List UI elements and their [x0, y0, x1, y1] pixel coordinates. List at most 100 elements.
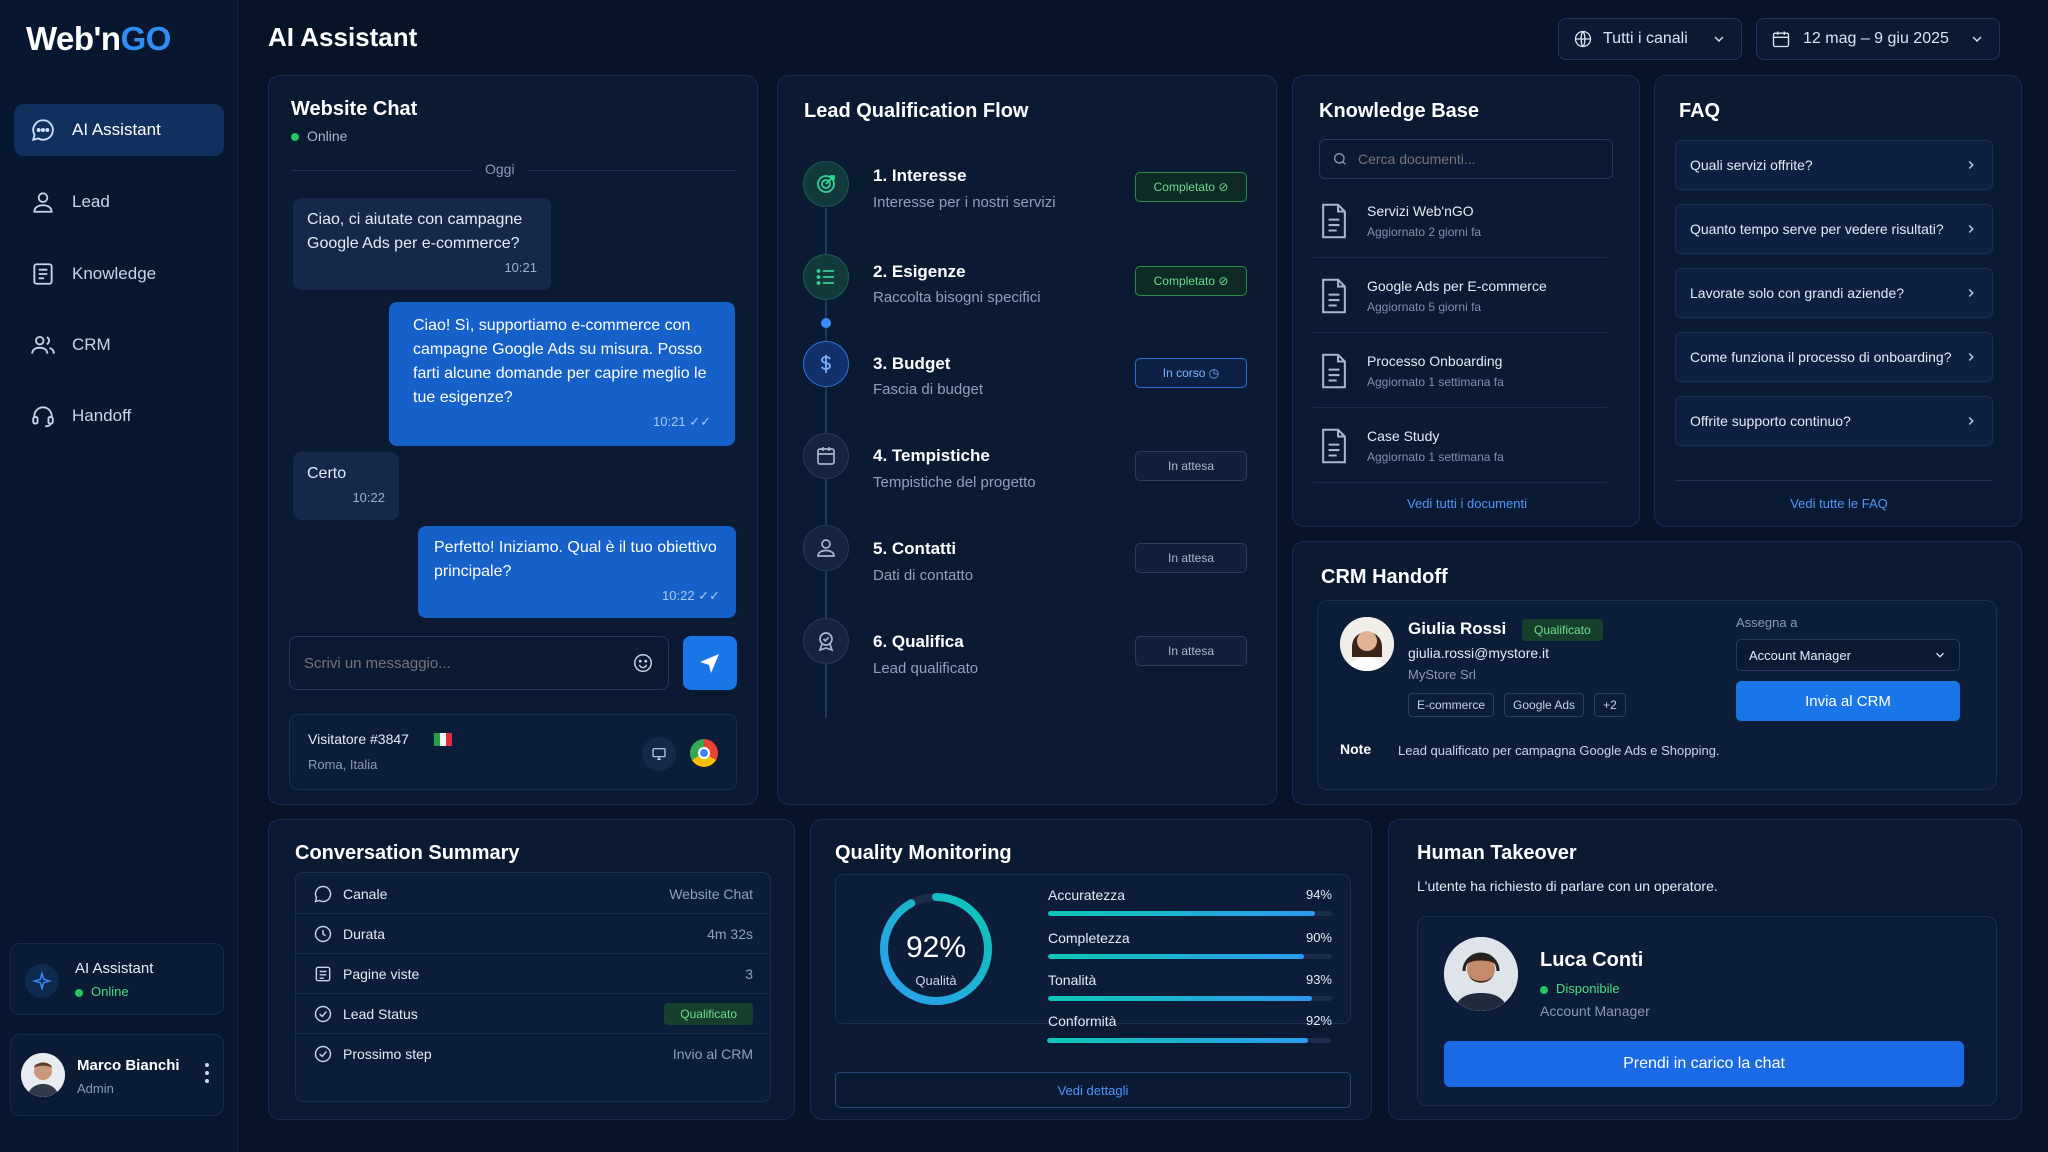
lead-tags: E-commerce Google Ads +2: [1408, 693, 1626, 717]
message-input-box[interactable]: [289, 636, 669, 690]
metric-bar-fill: [1047, 1038, 1309, 1043]
step-subtitle: Raccolta bisogni specifici: [873, 289, 1041, 306]
note-text: Lead qualificato per campagna Google Ads…: [1398, 743, 1720, 758]
tag[interactable]: +2: [1594, 693, 1626, 717]
more-options-icon[interactable]: [205, 1063, 211, 1083]
calendar-icon: [803, 433, 849, 479]
emoji-icon[interactable]: [632, 652, 654, 674]
kb-document[interactable]: Case Study Aggiornato 1 settimana fa: [1313, 409, 1607, 483]
progress-dot: [821, 318, 831, 328]
date-range-select[interactable]: 12 mag – 9 giu 2025: [1756, 18, 2000, 60]
document-icon: [1322, 203, 1346, 238]
sidebar-item-label: AI Assistant: [72, 120, 161, 139]
tag: E-commerce: [1408, 693, 1495, 717]
ai-assistant-status-card[interactable]: AI Assistant Online: [10, 943, 224, 1015]
faq-view-all-link[interactable]: Vedi tutte le FAQ: [1655, 496, 2023, 511]
globe-icon: [1574, 30, 1592, 48]
step-subtitle: Interesse per i nostri servizi: [873, 194, 1056, 211]
faq-item[interactable]: Lavorate solo con grandi aziende?: [1675, 268, 1993, 318]
divider: [1675, 480, 1993, 481]
metric-bar-fill: [1048, 911, 1315, 916]
message-input[interactable]: [304, 654, 632, 672]
lead-name: Giulia Rossi: [1408, 619, 1507, 638]
kb-search-box[interactable]: [1319, 139, 1613, 179]
assistant-card-title: AI Assistant: [75, 960, 154, 977]
check-circle-icon: ⊘: [1218, 274, 1229, 288]
user-icon: [33, 192, 53, 213]
sparkle-icon: [25, 964, 59, 998]
tag: Google Ads: [1504, 693, 1585, 717]
book-icon: [33, 263, 53, 285]
chevron-down-icon: [1972, 36, 1982, 42]
crm-lead-card: Giulia Rossi Qualificato giulia.rossi@my…: [1317, 600, 1997, 790]
summary-row: Canale Website Chat: [295, 874, 771, 914]
chevron-down-icon: [1714, 36, 1724, 42]
metric-value: 93%: [1305, 972, 1332, 987]
faq-item[interactable]: Come funziona il processo di onboarding?: [1675, 332, 1993, 382]
chevron-right-icon: [1968, 161, 1974, 169]
document-icon: [1322, 278, 1346, 313]
kb-search-input[interactable]: [1358, 151, 1600, 167]
quality-title: Quality Monitoring: [835, 842, 1012, 864]
sidebar-item-crm[interactable]: CRM: [14, 319, 224, 371]
chevron-down-icon: [1936, 652, 1944, 658]
lead-status-badge: Qualificato: [664, 1002, 753, 1025]
send-to-crm-button[interactable]: Invia al CRM: [1736, 681, 1960, 721]
kb-document[interactable]: Google Ads per E-commerce Aggiornato 5 gi…: [1313, 259, 1607, 333]
metric-bar-fill: [1048, 954, 1304, 959]
channel-select[interactable]: Tutti i canali: [1558, 18, 1742, 60]
human-takeover-panel: Human Takeover L'utente ha richiesto di …: [1388, 819, 2022, 1120]
quality-card: 92% Qualità Accuratezza 94% Completezza …: [835, 874, 1351, 1029]
chevron-right-icon: [1968, 353, 1974, 361]
operator-card: Luca Conti Disponibile Account Manager P…: [1417, 916, 1997, 1106]
faq-item[interactable]: Offrite supporto continuo?: [1675, 396, 1993, 446]
faq-item[interactable]: Quanto tempo serve per vedere risultati?: [1675, 204, 1993, 254]
clock-icon: ◷: [1208, 366, 1220, 380]
kb-document[interactable]: Servizi Web'nGO Aggiornato 2 giorni fa: [1313, 184, 1607, 258]
kb-view-all-link[interactable]: Vedi tutti i documenti: [1293, 496, 1641, 511]
double-check-icon: ✓✓: [698, 588, 720, 603]
chat-bubble-icon: [31, 119, 54, 142]
faq-title: FAQ: [1679, 100, 1721, 122]
summary-row: Prossimo step Invio al CRM: [295, 1034, 771, 1074]
take-over-chat-button[interactable]: Prendi in carico la chat: [1444, 1041, 1964, 1087]
send-icon: [700, 654, 719, 673]
page-title: AI Assistant: [268, 22, 418, 52]
clock-icon: [314, 925, 332, 942]
step-title: 4. Tempistiche: [873, 446, 990, 465]
status-badge: In attesa: [1135, 451, 1247, 481]
chevron-right-icon: [1968, 417, 1974, 425]
summary-row: Durata 4m 32s: [295, 914, 771, 954]
headset-icon: [32, 406, 54, 428]
status-badge: In corso ◷: [1135, 358, 1247, 388]
assign-select[interactable]: Account Manager: [1736, 639, 1960, 671]
sidebar-item-label: Handoff: [72, 406, 132, 425]
message-incoming: Certo 10:22: [293, 452, 399, 520]
desktop-icon: [642, 737, 676, 771]
chat-title: Website Chat: [291, 98, 418, 120]
sidebar-item-ai-assistant[interactable]: AI Assistant: [14, 104, 224, 156]
step-title: 6. Qualifica: [873, 632, 964, 651]
sidebar-item-handoff[interactable]: Handoff: [14, 390, 224, 442]
user-profile-card[interactable]: Marco Bianchi Admin: [10, 1034, 224, 1116]
faq-panel: FAQ Quali servizi offrite? Quanto tempo …: [1654, 75, 2022, 527]
view-details-button[interactable]: Vedi dettagli: [835, 1072, 1351, 1108]
document-icon: [1322, 353, 1346, 388]
step-subtitle: Tempistiche del progetto: [873, 474, 1036, 491]
kb-document[interactable]: Processo Onboarding Aggiornato 1 settiman…: [1313, 334, 1607, 408]
brand-logo[interactable]: Web'nGO: [26, 20, 171, 58]
takeover-description: L'utente ha richiesto di parlare con un …: [1417, 878, 1718, 894]
knowledge-base-panel: Knowledge Base Servizi Web'nGOAggiornato…: [1292, 75, 1640, 527]
sidebar-item-lead[interactable]: Lead: [14, 176, 224, 228]
metric-label: Completezza: [1048, 930, 1130, 946]
crm-title: CRM Handoff: [1321, 566, 1448, 588]
status-badge: In attesa: [1135, 636, 1247, 666]
faq-item[interactable]: Quali servizi offrite?: [1675, 140, 1993, 190]
message-incoming: Ciao, ci aiutate con campagne Google Ads…: [293, 198, 551, 290]
send-button[interactable]: [683, 636, 737, 690]
sidebar-item-knowledge[interactable]: Knowledge: [14, 248, 224, 300]
metric-bar: [1047, 1038, 1331, 1043]
lead-flow-panel: Lead Qualification Flow 1. Interesse Int…: [777, 75, 1277, 805]
metric-label: Conformità: [1048, 1013, 1117, 1029]
operator-status: Disponibile: [1540, 981, 1620, 996]
